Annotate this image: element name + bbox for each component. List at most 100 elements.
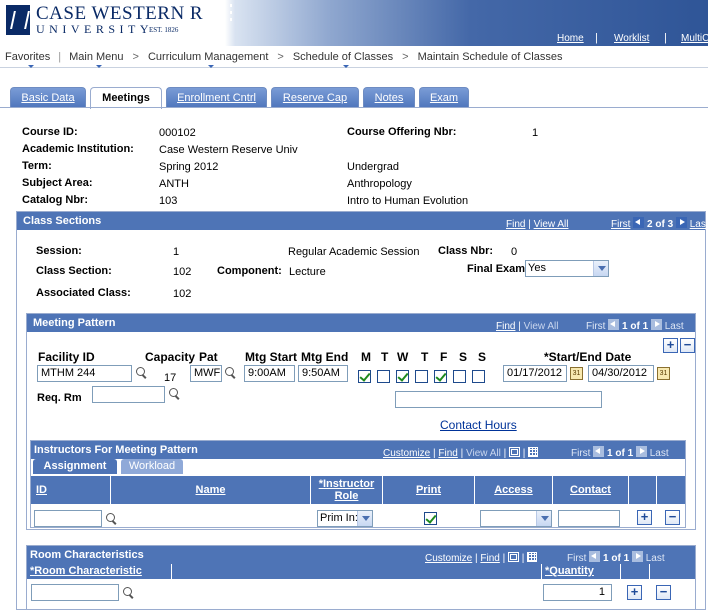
previous-arrow-icon xyxy=(608,319,620,330)
day-wednesday-checkbox[interactable] xyxy=(396,370,409,383)
mtg-start-input[interactable]: 9:00AM xyxy=(244,365,295,382)
instructors-header: Instructors For Meeting Pattern Customiz… xyxy=(31,441,685,459)
tab-exam[interactable]: Exam xyxy=(419,87,469,108)
column-id[interactable]: ID xyxy=(31,476,111,504)
facility-id-input[interactable]: MTHM 244 xyxy=(37,365,132,382)
remove-room-char-button[interactable]: − xyxy=(656,585,671,600)
column-room-characteristic[interactable]: *Room Characteristic xyxy=(27,564,172,579)
instructor-search-icon[interactable] xyxy=(105,512,118,525)
end-date-calendar-icon[interactable]: 31 xyxy=(657,367,670,380)
download-grid-icon[interactable] xyxy=(527,552,538,562)
start-date-calendar-icon[interactable]: 31 xyxy=(570,367,583,380)
course-offering-value: 1 xyxy=(532,127,539,139)
meeting-pattern-find-link[interactable]: Find xyxy=(496,321,515,332)
catalog-label: Catalog Nbr: xyxy=(22,194,88,206)
room-last: Last xyxy=(645,553,665,564)
day-sunday-checkbox[interactable] xyxy=(472,370,485,383)
course-id-value: 000102 xyxy=(159,127,196,139)
logo-text-line2: UNIVERSITY xyxy=(36,22,153,36)
access-select[interactable] xyxy=(480,510,552,527)
pattern-input[interactable]: MWF xyxy=(190,365,222,382)
breadcrumb-maintain-schedule[interactable]: Maintain Schedule of Classes xyxy=(416,51,565,63)
pattern-search-icon[interactable] xyxy=(224,366,237,379)
associated-class-label: Associated Class: xyxy=(36,287,131,299)
tab-underline xyxy=(0,107,708,108)
quantity-input[interactable]: 1 xyxy=(543,584,612,601)
previous-arrow-icon xyxy=(593,446,605,457)
room-find-link[interactable]: Find xyxy=(480,553,499,564)
download-grid-icon[interactable] xyxy=(528,447,539,457)
day-thursday-checkbox[interactable] xyxy=(415,370,428,383)
add-instructor-button[interactable]: + xyxy=(637,510,652,525)
multichannel-link[interactable]: MultiC xyxy=(681,33,708,44)
next-arrow-icon xyxy=(635,446,647,457)
column-access[interactable]: Access xyxy=(475,476,553,504)
subtab-workload[interactable]: Workload xyxy=(121,459,183,474)
new-window-icon[interactable] xyxy=(509,447,521,457)
room-characteristic-input[interactable] xyxy=(31,584,119,601)
career-value: Undergrad xyxy=(347,161,399,173)
start-date-input[interactable]: 01/17/2012 xyxy=(503,365,567,382)
institution-label: Academic Institution: xyxy=(22,143,134,155)
print-checkbox[interactable] xyxy=(424,512,437,525)
day-monday-checkbox[interactable] xyxy=(358,370,371,383)
tab-meetings[interactable]: Meetings xyxy=(90,87,162,109)
meeting-pattern-title: Meeting Pattern xyxy=(33,317,116,329)
meeting-pattern-header: Meeting Pattern Find | View All First 1 … xyxy=(27,314,695,332)
breadcrumb-favorites[interactable]: Favorites xyxy=(3,51,52,68)
instructors-customize-link[interactable]: Customize xyxy=(383,448,430,459)
facility-search-icon[interactable] xyxy=(135,366,148,379)
column-quantity[interactable]: *Quantity xyxy=(541,564,621,579)
facility-id-label: Facility ID xyxy=(38,350,95,364)
contact-input[interactable] xyxy=(558,510,620,527)
remove-meeting-button[interactable]: − xyxy=(680,338,695,353)
column-print[interactable]: Print xyxy=(383,476,475,504)
class-section-label: Class Section: xyxy=(36,265,112,277)
breadcrumb-schedule-of-classes[interactable]: Schedule of Classes xyxy=(291,51,395,68)
final-exam-select[interactable]: Yes xyxy=(525,260,609,277)
tab-enrollment-cntrl[interactable]: Enrollment Cntrl xyxy=(166,87,267,108)
class-sections-view-all-link[interactable]: View All xyxy=(534,219,569,230)
column-name[interactable]: Name xyxy=(111,476,311,504)
room-characteristic-search-icon[interactable] xyxy=(122,586,135,599)
day-tuesday-checkbox[interactable] xyxy=(377,370,390,383)
breadcrumb-curriculum-management[interactable]: Curriculum Management xyxy=(146,51,270,68)
mtg-end-input[interactable]: 9:50AM xyxy=(298,365,348,382)
contact-hours-link[interactable]: Contact Hours xyxy=(440,418,517,432)
breadcrumb-main-menu[interactable]: Main Menu xyxy=(67,51,125,68)
add-meeting-button[interactable]: + xyxy=(663,338,678,353)
next-arrow-icon[interactable] xyxy=(675,217,687,228)
instructors-find-link[interactable]: Find xyxy=(438,448,457,459)
class-sections-title: Class Sections xyxy=(23,215,102,227)
new-window-icon[interactable] xyxy=(508,552,520,562)
column-instructor-role[interactable]: *Instructor Role xyxy=(311,476,383,504)
class-sections-last-link[interactable]: Last xyxy=(690,219,708,230)
home-link[interactable]: Home xyxy=(557,33,584,44)
remove-instructor-button[interactable]: − xyxy=(665,510,680,525)
class-sections-first-link[interactable]: First xyxy=(611,219,630,230)
tab-basic-data[interactable]: Basic Data xyxy=(10,87,86,108)
room-customize-link[interactable]: Customize xyxy=(425,553,472,564)
tab-notes[interactable]: Notes xyxy=(363,87,415,108)
tab-reserve-cap[interactable]: Reserve Cap xyxy=(271,87,359,108)
req-rm-input[interactable] xyxy=(92,386,165,403)
class-sections-find-link[interactable]: Find xyxy=(506,219,525,230)
day-friday-label: F xyxy=(440,350,448,364)
end-date-input[interactable]: 04/30/2012 xyxy=(588,365,654,382)
instructor-role-select[interactable]: Prim In: xyxy=(317,510,373,527)
breadcrumb: Favorites | Main Menu > Curriculum Manag… xyxy=(0,46,708,68)
subtab-assignment[interactable]: Assignment xyxy=(33,459,117,474)
instructor-role-value: Prim In: xyxy=(320,512,358,524)
chevron-down-icon xyxy=(357,511,372,526)
column-contact[interactable]: Contact xyxy=(553,476,629,504)
instructor-id-input[interactable] xyxy=(34,510,102,527)
session-value: 1 xyxy=(173,246,180,258)
link-separator: | xyxy=(664,32,667,44)
req-rm-search-icon[interactable] xyxy=(168,387,181,400)
worklist-link[interactable]: Worklist xyxy=(614,33,649,44)
day-friday-checkbox[interactable] xyxy=(434,370,447,383)
meeting-pattern-position: 1 of 1 xyxy=(622,321,649,332)
add-room-char-button[interactable]: + xyxy=(627,585,642,600)
day-saturday-checkbox[interactable] xyxy=(453,370,466,383)
previous-arrow-icon[interactable] xyxy=(633,217,645,228)
